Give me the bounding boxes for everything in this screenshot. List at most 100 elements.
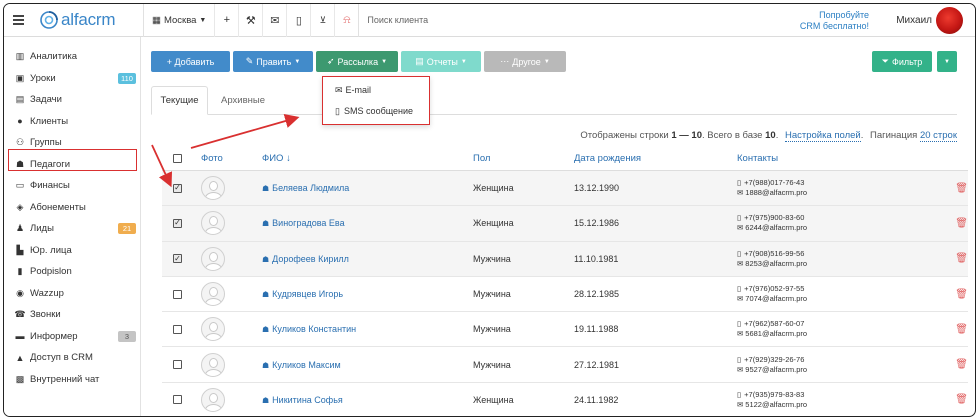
- teacher-name-link[interactable]: Куликов Максим: [272, 360, 341, 370]
- col-header-dob[interactable]: Дата рождения: [574, 153, 737, 164]
- teacher-name-link[interactable]: Куликов Константин: [272, 324, 356, 334]
- logo[interactable]: alfacrm: [40, 10, 143, 30]
- hamburger-menu-icon[interactable]: [7, 4, 29, 37]
- row-checkbox[interactable]: [173, 360, 182, 370]
- col-header-gender[interactable]: Пол: [473, 153, 574, 164]
- cart-icon[interactable]: ⊻: [310, 4, 334, 37]
- teacher-name-link[interactable]: Дорофеев Кирилл: [272, 254, 349, 264]
- table-row[interactable]: ☗ Никитина Софья Женщина 24.11.1982 ▯ +7(935)…: [162, 383, 968, 416]
- row-checkbox[interactable]: ✓: [173, 254, 182, 264]
- contacts-cell: ▯ +7(962)587-60-07 ✉ 5681@alfacrm.pro: [737, 319, 937, 339]
- table-row[interactable]: ☗ Куликов Максим Мужчина 27.12.1981 ▯ +7(929)…: [162, 347, 968, 383]
- avatar[interactable]: [936, 7, 963, 34]
- trash-icon[interactable]: 🗑: [955, 253, 968, 264]
- table-row[interactable]: ✓ ☗ Виноградова Ева Женщина 15.12.1986 ▯ +7(97…: [162, 206, 968, 242]
- client-search-input[interactable]: Поиск клиента: [367, 15, 667, 25]
- sidebar-item-analytics[interactable]: ▥ Аналитика: [4, 46, 140, 68]
- sidebar-item-legal-entities[interactable]: ▙ Юр. лица: [4, 240, 140, 262]
- chart-icon: ▥: [15, 51, 25, 62]
- email-value: 1888@alfacrm.pro: [745, 188, 808, 198]
- trash-icon[interactable]: 🗑: [955, 289, 968, 300]
- filter-dropdown-button[interactable]: ▼: [937, 51, 957, 72]
- sidebar-item-finance[interactable]: ▭ Финансы: [4, 175, 140, 197]
- subscriptions-icon: ◈: [16, 201, 24, 212]
- envelope-icon[interactable]: ✉: [262, 4, 286, 37]
- teacher-name-link[interactable]: Виноградова Ева: [272, 218, 344, 228]
- sidebar-item-clients[interactable]: ● Клиенты: [4, 111, 140, 133]
- avatar: [201, 387, 225, 412]
- promo-link[interactable]: Попробуйте CRM бесплатно!: [800, 10, 869, 32]
- add-button[interactable]: + Добавить: [151, 51, 230, 72]
- menu-item-sms[interactable]: ▯ SMS сообщение: [335, 106, 413, 117]
- graduation-cap-icon: ☗: [262, 184, 270, 194]
- table-row[interactable]: ☗ Кудрявцев Игорь Мужчина 28.12.1985 ▯ +7(976…: [162, 277, 968, 313]
- sidebar-item-crm-access[interactable]: ▲ Доступ в CRM: [4, 347, 140, 369]
- pagination-selector[interactable]: 20 строк: [919, 130, 957, 142]
- leads-count-badge: 21: [118, 223, 136, 234]
- select-all-checkbox[interactable]: [173, 154, 182, 163]
- sidebar-item-podpislon[interactable]: ▮ Podpislon: [4, 261, 140, 283]
- sidebar-item-label: Доступ в CRM: [30, 352, 93, 364]
- menu-item-email[interactable]: ✉ E-mail: [335, 85, 371, 96]
- sidebar-item-tasks[interactable]: ▤ Задачи: [4, 89, 140, 111]
- table-row[interactable]: ☗ Куликов Константин Мужчина 19.11.1988 ▯ +7(…: [162, 312, 968, 348]
- table-row[interactable]: ✓ ☗ Дорофеев Кирилл Мужчина 11.10.1981 ▯ +7(90…: [162, 241, 968, 277]
- teachers-highlight-box: [8, 149, 137, 171]
- sidebar-item-subscriptions[interactable]: ◈ Абонементы: [4, 197, 140, 219]
- trash-icon[interactable]: 🗑: [955, 218, 968, 229]
- row-checkbox[interactable]: ✓: [173, 218, 182, 228]
- tab-archive[interactable]: Архивные: [208, 86, 278, 115]
- sidebar-item-informer[interactable]: ▬ Информер 3: [4, 326, 140, 348]
- trash-icon[interactable]: 🗑: [955, 183, 968, 194]
- mailing-dropdown-menu: ✉ E-mail ▯ SMS сообщение: [322, 76, 430, 125]
- sidebar-item-wazzup[interactable]: ◉ Wazzup: [4, 283, 140, 305]
- col-header-contacts[interactable]: Контакты: [737, 153, 937, 164]
- calendar-icon: ▣: [15, 72, 25, 83]
- dob-cell: 24.11.1982: [574, 394, 619, 405]
- branch-selector[interactable]: ▦ Москва ▼: [144, 4, 214, 37]
- wrench-icon[interactable]: ⚒: [238, 4, 262, 37]
- sidebar-item-internal-chat[interactable]: ▩ Внутренний чат: [4, 369, 140, 391]
- sidebar-item-label: Звонки: [30, 309, 61, 321]
- field-settings-link[interactable]: Настройка полей: [784, 130, 861, 142]
- add-icon[interactable]: +: [214, 4, 238, 37]
- avatar: [201, 246, 225, 271]
- reports-button[interactable]: ▤ Отчеты ▼: [401, 51, 481, 72]
- sidebar-item-label: Клиенты: [30, 115, 69, 127]
- sidebar-item-label: Аналитика: [30, 51, 78, 63]
- contacts-cell: ▯ +7(935)979-83-83 ✉ 5122@alfacrm.pro: [737, 390, 937, 410]
- contacts-cell: ▯ +7(908)516-99-56 ✉ 8253@alfacrm.pro: [737, 249, 937, 269]
- trash-icon[interactable]: 🗑: [955, 324, 968, 335]
- filter-button[interactable]: ⏷ Фильтр: [872, 51, 932, 72]
- users-icon: ⚇: [15, 137, 25, 148]
- row-checkbox[interactable]: [173, 395, 182, 405]
- sidebar-item-label: Лиды: [30, 223, 54, 235]
- print-icon: ▤: [415, 56, 424, 66]
- sidebar-item-lessons[interactable]: ▣ Уроки 110: [4, 68, 140, 90]
- edit-button[interactable]: ✎ Править ▼: [233, 51, 313, 72]
- sidebar-item-label: Уроки: [30, 72, 56, 84]
- sidebar-item-label: Юр. лица: [30, 244, 72, 256]
- trash-icon[interactable]: 🗑: [955, 394, 968, 405]
- mailing-button[interactable]: ➶ Рассылка ▼: [316, 51, 398, 72]
- other-button[interactable]: ⋯ Другое ▼: [484, 51, 566, 72]
- filter-button-label: Фильтр: [891, 56, 923, 67]
- phone-value: +7(908)516-99-56: [744, 248, 805, 258]
- contacts-cell: ▯ +7(929)329-26-76 ✉ 9527@alfacrm.pro: [737, 355, 937, 375]
- table-row[interactable]: ✓ ☗ Беляева Людмила Женщина 13.12.1990 ▯ +7(98…: [162, 171, 968, 207]
- teacher-name-link[interactable]: Беляева Людмила: [272, 183, 349, 193]
- col-header-fio[interactable]: ФИО ↓: [262, 153, 473, 164]
- teacher-name-link[interactable]: Никитина Софья: [272, 395, 343, 405]
- row-checkbox[interactable]: ✓: [173, 183, 182, 193]
- row-checkbox[interactable]: [173, 324, 182, 334]
- trash-icon[interactable]: 🗑: [955, 359, 968, 370]
- teacher-name-link[interactable]: Кудрявцев Игорь: [272, 289, 343, 299]
- row-checkbox[interactable]: [173, 289, 182, 299]
- mobile-icon[interactable]: ▯: [286, 4, 310, 37]
- user-name[interactable]: Михаил: [896, 15, 932, 26]
- bell-icon[interactable]: ⍾: [334, 4, 358, 37]
- lead-user-icon: ♟: [15, 223, 25, 234]
- sidebar-item-calls[interactable]: ☎ Звонки: [4, 304, 140, 326]
- sidebar-item-leads[interactable]: ♟ Лиды 21: [4, 218, 140, 240]
- tab-current[interactable]: Текущие: [151, 86, 208, 115]
